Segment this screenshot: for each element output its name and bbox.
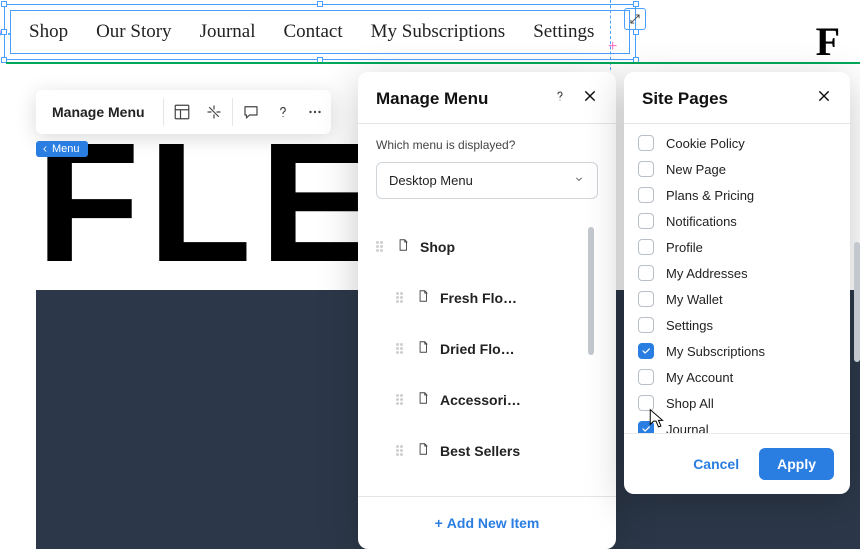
menu-item-label: Accessori… [440, 392, 521, 408]
expand-icon[interactable] [624, 8, 646, 30]
page-icon [416, 390, 430, 409]
menu-item-fresh[interactable]: Fresh Flo… [376, 272, 598, 323]
comment-icon[interactable] [235, 90, 267, 134]
nav-item-ourstory[interactable]: Our Story [96, 21, 171, 43]
site-page-label: Journal [666, 422, 709, 434]
site-page-label: My Addresses [666, 266, 748, 281]
background-heading: FLE [36, 118, 381, 288]
page-icon [396, 237, 410, 256]
page-icon [416, 288, 430, 307]
origin-guide [0, 33, 10, 35]
align-icon[interactable] [198, 90, 230, 134]
drag-handle-icon[interactable] [396, 343, 406, 354]
nav-item-journal[interactable]: Journal [200, 21, 256, 43]
menu-items-list: Shop Fresh Flo… Dried Flo… Accessori… [376, 221, 598, 476]
menu-item-bestsellers[interactable]: Best Sellers [376, 425, 598, 476]
page-icon [416, 339, 430, 358]
menu-item-label: Shop [420, 239, 455, 255]
help-icon[interactable] [552, 88, 568, 109]
site-page-label: My Subscriptions [666, 344, 765, 359]
apply-button[interactable]: Apply [759, 448, 834, 480]
nav-item-shop[interactable]: Shop [29, 21, 68, 43]
menu-select-value: Desktop Menu [389, 173, 473, 188]
site-page-label: Plans & Pricing [666, 188, 754, 203]
checkbox[interactable] [638, 239, 654, 255]
site-page-row[interactable]: New Page [638, 156, 836, 182]
selected-nav-element[interactable]: Shop Our Story Journal Contact My Subscr… [10, 10, 630, 54]
site-page-row[interactable]: My Account [638, 364, 836, 390]
manage-menu-panel: Manage Menu Which menu is displayed? Des… [358, 72, 616, 549]
checkbox[interactable] [638, 291, 654, 307]
site-page-label: Cookie Policy [666, 136, 745, 151]
chevron-down-icon [573, 173, 585, 188]
site-page-label: Profile [666, 240, 703, 255]
scrollbar[interactable] [854, 242, 860, 362]
site-page-row[interactable]: My Addresses [638, 260, 836, 286]
menu-item-label: Best Sellers [440, 443, 520, 459]
add-new-item-button[interactable]: +Add New Item [358, 496, 616, 549]
layout-icon[interactable] [166, 90, 198, 134]
menu-tag-chip[interactable]: Menu [36, 141, 88, 157]
more-icon[interactable] [299, 90, 331, 134]
green-alignment-guide [6, 62, 860, 64]
cancel-button[interactable]: Cancel [687, 455, 745, 473]
site-page-row[interactable]: Profile [638, 234, 836, 260]
checkbox[interactable] [638, 187, 654, 203]
site-page-row[interactable]: My Subscriptions [638, 338, 836, 364]
snap-marker: + [608, 38, 617, 56]
scrollbar[interactable] [588, 227, 594, 355]
menu-item-label: Fresh Flo… [440, 290, 517, 306]
close-icon[interactable] [816, 88, 832, 109]
menu-item-label: Dried Flo… [440, 341, 515, 357]
drag-handle-icon[interactable] [396, 292, 406, 303]
site-logo: F [816, 18, 840, 65]
manage-menu-title: Manage Menu [376, 89, 488, 109]
plus-icon: + [435, 515, 443, 531]
site-page-row[interactable]: Notifications [638, 208, 836, 234]
site-page-label: My Account [666, 370, 733, 385]
close-icon[interactable] [582, 88, 598, 109]
vertical-guide [610, 0, 611, 70]
site-page-label: Shop All [666, 396, 714, 411]
drag-handle-icon[interactable] [396, 394, 406, 405]
menu-item-accessories[interactable]: Accessori… [376, 374, 598, 425]
menu-item-shop[interactable]: Shop [376, 221, 598, 272]
drag-handle-icon[interactable] [396, 445, 406, 456]
checkbox[interactable] [638, 369, 654, 385]
nav-item-contact[interactable]: Contact [284, 21, 343, 43]
site-page-row[interactable]: Shop All [638, 390, 836, 416]
menu-chip-label: Menu [52, 143, 80, 155]
checkbox[interactable] [638, 161, 654, 177]
checkbox[interactable] [638, 265, 654, 281]
help-icon[interactable] [267, 90, 299, 134]
site-page-label: New Page [666, 162, 726, 177]
checkbox[interactable] [638, 213, 654, 229]
menu-select[interactable]: Desktop Menu [376, 162, 598, 199]
manage-menu-button[interactable]: Manage Menu [36, 90, 161, 134]
checkbox[interactable] [638, 135, 654, 151]
menu-item-dried[interactable]: Dried Flo… [376, 323, 598, 374]
add-new-label: Add New Item [447, 515, 540, 531]
site-page-row[interactable]: Journal [638, 416, 836, 433]
checkbox[interactable] [638, 343, 654, 359]
site-page-row[interactable]: My Wallet [638, 286, 836, 312]
site-pages-list: Cookie Policy New Page Plans & Pricing Noti… [624, 124, 850, 433]
site-page-row[interactable]: Settings [638, 312, 836, 338]
site-page-label: Notifications [666, 214, 737, 229]
which-menu-label: Which menu is displayed? [376, 138, 598, 152]
site-page-row[interactable]: Plans & Pricing [638, 182, 836, 208]
nav-item-settings[interactable]: Settings [533, 21, 594, 43]
site-page-label: My Wallet [666, 292, 723, 307]
drag-handle-icon[interactable] [376, 241, 386, 252]
nav-item-mysubs[interactable]: My Subscriptions [371, 21, 506, 43]
site-page-row[interactable]: Cookie Policy [638, 130, 836, 156]
checkbox[interactable] [638, 317, 654, 333]
site-pages-title: Site Pages [642, 89, 728, 109]
cursor-pointer [646, 408, 666, 436]
site-page-label: Settings [666, 318, 713, 333]
page-icon [416, 441, 430, 460]
element-toolbar: Manage Menu [36, 90, 331, 134]
